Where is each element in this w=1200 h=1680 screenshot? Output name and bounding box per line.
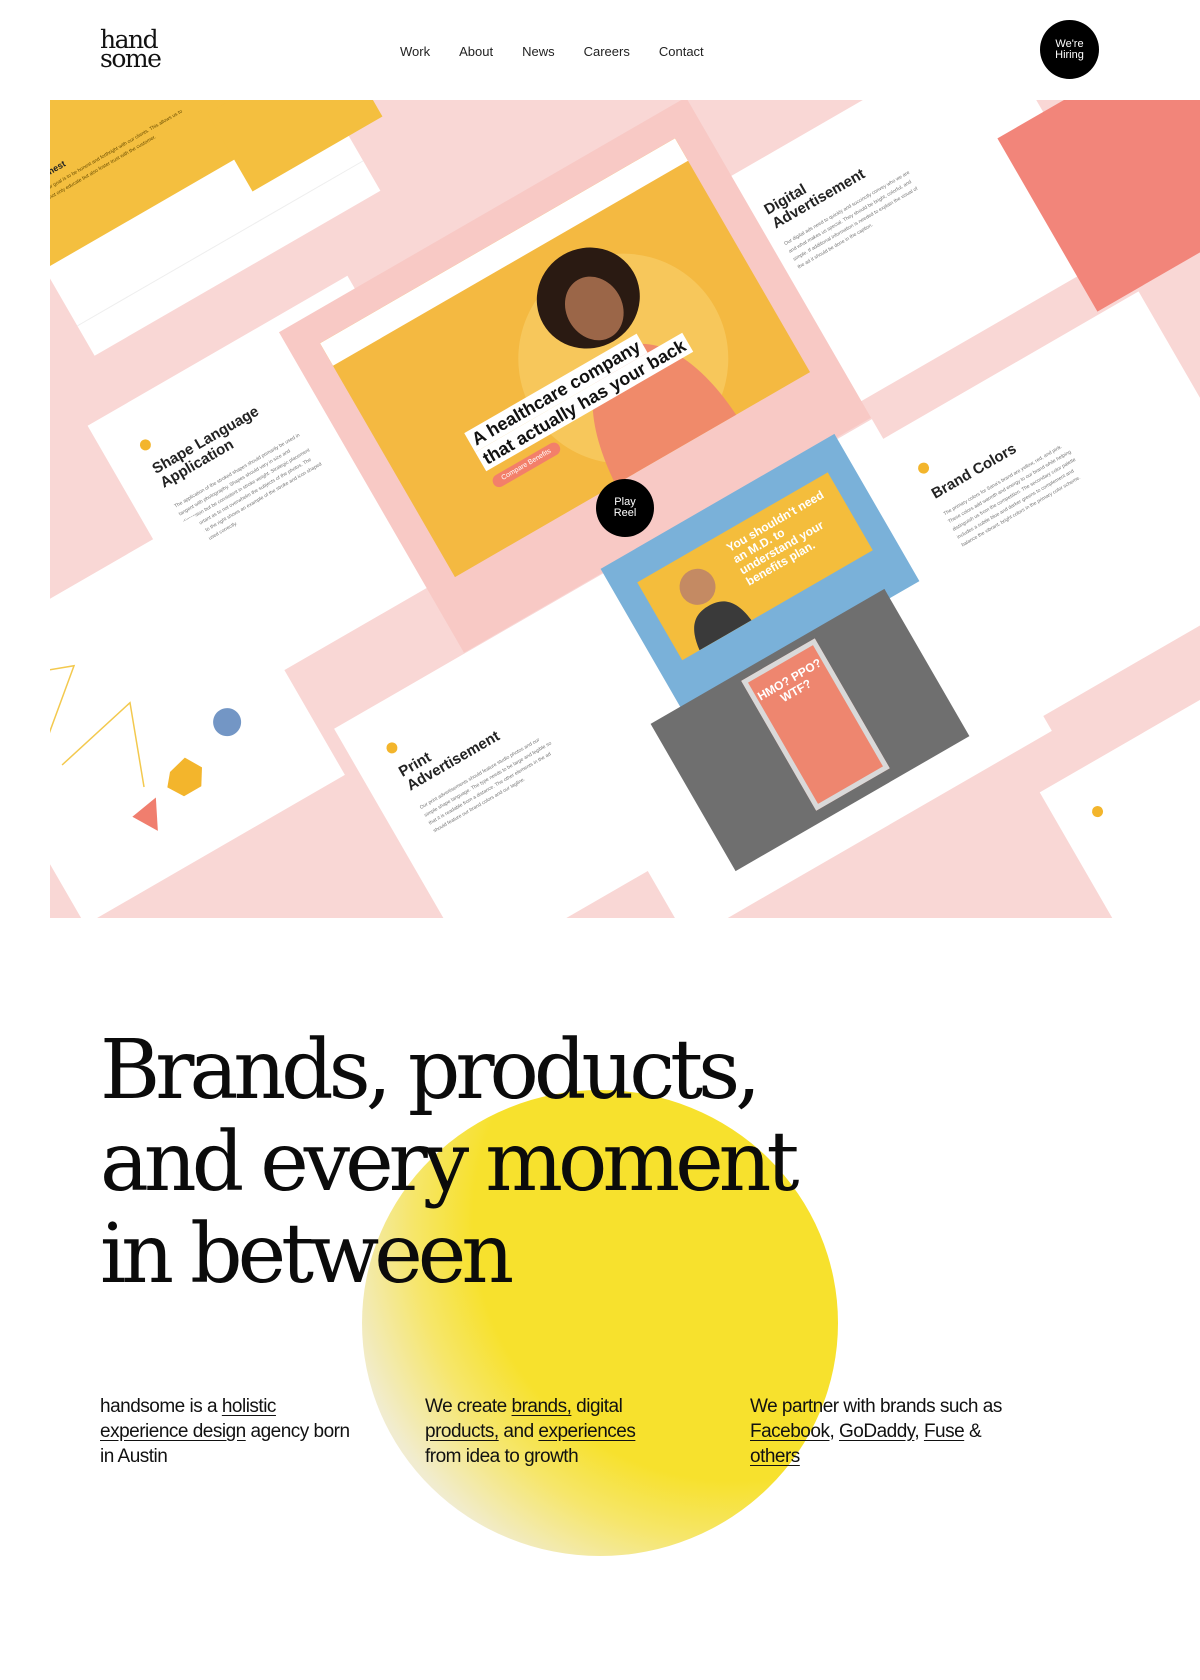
headline-line-1: Brands, products,: [100, 1023, 761, 1118]
billboard-text: You shouldn't need an M.D. to understand…: [724, 487, 827, 589]
col2-text-mid2: and: [498, 1421, 539, 1442]
card-dot: [384, 740, 400, 756]
intro-column-services: We create brands, digital products, and …: [425, 1394, 665, 1469]
headline-line-2: and every moment: [100, 1115, 799, 1210]
hiring-line-1: We're: [1055, 37, 1084, 50]
col3-sep-1: ,: [829, 1421, 840, 1442]
col3-sep-2: ,: [914, 1421, 924, 1442]
products-link[interactable]: products,: [425, 1421, 499, 1442]
nav-work[interactable]: Work: [400, 44, 430, 59]
col3-text-pre: We partner with brands such as: [750, 1396, 1002, 1417]
card-partial-right: [1039, 682, 1200, 918]
col2-text-mid1: digital: [571, 1396, 623, 1417]
play-reel-button[interactable]: Play Reel: [596, 479, 654, 537]
logo-line-2: some: [100, 44, 162, 73]
site-header: hand some Work About News Careers Contac…: [0, 0, 1200, 100]
godaddy-link[interactable]: GoDaddy: [839, 1421, 915, 1442]
col2-text-post: from idea to growth: [425, 1446, 579, 1467]
brands-link[interactable]: brands,: [512, 1396, 572, 1417]
nav-contact[interactable]: Contact: [659, 44, 704, 59]
col3-sep-3: &: [964, 1421, 982, 1442]
card-dot: [137, 437, 153, 453]
facebook-link[interactable]: Facebook: [750, 1421, 830, 1442]
card-dot: [916, 460, 932, 476]
experiences-link[interactable]: experiences: [538, 1421, 635, 1442]
card-dot: [1090, 804, 1106, 820]
poster-text: HMO? PPO? WTF?: [755, 655, 824, 706]
play-line-2: Reel: [613, 507, 637, 519]
col1-text-pre: handsome is a: [100, 1396, 222, 1417]
nav-news[interactable]: News: [522, 44, 555, 59]
hiring-button[interactable]: We're Hiring: [1040, 20, 1099, 79]
headline-line-3: in between: [100, 1207, 514, 1302]
main-nav: Work About News Careers Contact: [400, 44, 704, 59]
fuse-link[interactable]: Fuse: [924, 1421, 965, 1442]
intro-column-agency: handsome is a holistic experience design…: [100, 1394, 365, 1469]
handsome-logo[interactable]: hand some: [100, 27, 162, 73]
hero-collage: Honest Our goal is to be honest and fort…: [50, 100, 1200, 918]
intro-column-partners: We partner with brands such as Facebook,…: [750, 1394, 1010, 1469]
col2-text-pre: We create: [425, 1396, 512, 1417]
poster-frame: HMO? PPO? WTF?: [741, 638, 890, 811]
hero-headline: Brands, products, and every moment in be…: [100, 1023, 799, 1302]
nav-careers[interactable]: Careers: [584, 44, 630, 59]
others-link[interactable]: others: [750, 1446, 800, 1467]
nav-about[interactable]: About: [459, 44, 493, 59]
hiring-line-2: Hiring: [1055, 48, 1084, 61]
